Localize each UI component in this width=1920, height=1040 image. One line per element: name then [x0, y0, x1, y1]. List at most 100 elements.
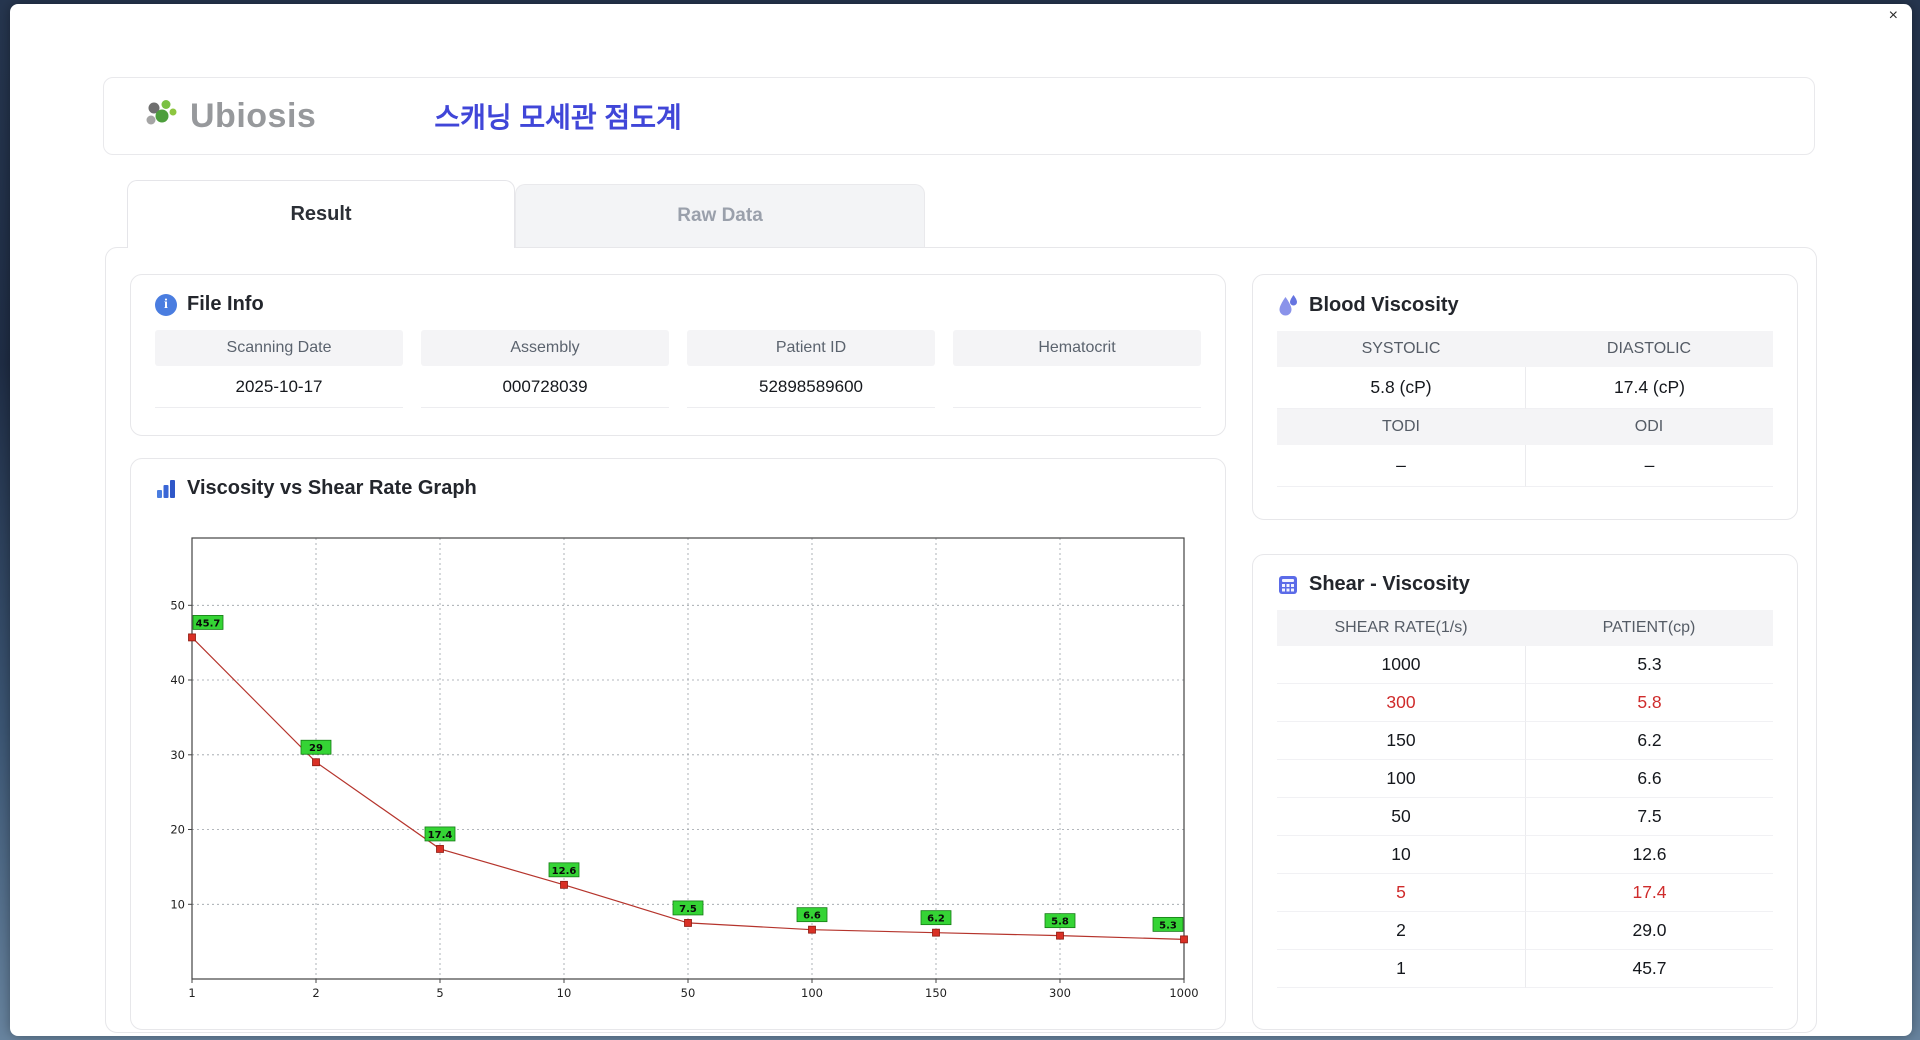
shear-viscosity-title: Shear - Viscosity	[1309, 573, 1470, 595]
y-axis-label: 30	[170, 748, 185, 762]
header: Ubiosis 스캐닝 모세관 점도계	[103, 77, 1815, 155]
shear-viscosity-header: Shear - Viscosity	[1253, 555, 1797, 608]
y-axis-label: 40	[170, 673, 185, 687]
shear-rate-cell: 1	[1277, 950, 1525, 988]
systolic-header: SYSTOLIC	[1277, 331, 1525, 367]
app-window: × Ubiosis 스캐닝 모세관 점도계 Result Raw Data i …	[10, 4, 1912, 1036]
logo-icon	[146, 100, 177, 125]
patient-viscosity-cell: 17.4	[1525, 874, 1773, 912]
grid-table-icon	[1279, 575, 1297, 594]
diastolic-value: 17.4 (cP)	[1525, 367, 1773, 409]
point-label: 17.4	[424, 826, 456, 842]
patient-viscosity-cell: 6.6	[1525, 760, 1773, 798]
x-axis-label: 50	[681, 986, 696, 1000]
graph-title: Viscosity vs Shear Rate Graph	[187, 477, 477, 499]
logo: Ubiosis	[144, 97, 316, 136]
svg-text:45.7: 45.7	[196, 618, 221, 629]
svg-text:29: 29	[309, 743, 323, 754]
svg-text:17.4: 17.4	[428, 830, 453, 841]
point-label: 6.6	[796, 907, 828, 923]
point-label: 12.6	[548, 862, 580, 878]
odi-header: ODI	[1525, 409, 1773, 445]
systolic-value: 5.8 (cP)	[1277, 367, 1525, 409]
data-marker	[312, 758, 320, 767]
shear-rate-cell: 2	[1277, 912, 1525, 950]
shear-rate-cell: 5	[1277, 874, 1525, 912]
field-value: 52898589600	[687, 366, 935, 408]
x-axis-label: 10	[557, 986, 572, 1000]
field-value	[953, 366, 1201, 408]
data-marker	[560, 880, 568, 889]
patient-viscosity-cell: 29.0	[1525, 912, 1773, 950]
todi-header: TODI	[1277, 409, 1525, 445]
point-label: 45.7	[192, 615, 224, 630]
data-marker	[1180, 935, 1188, 944]
field-assembly: Assembly 000728039	[421, 330, 669, 408]
field-scanning-date: Scanning Date 2025-10-17	[155, 330, 403, 408]
file-info-card: i File Info Scanning Date 2025-10-17 Ass…	[130, 274, 1226, 436]
patient-viscosity-cell: 5.8	[1525, 684, 1773, 722]
field-label: Hematocrit	[953, 330, 1201, 366]
field-hematocrit: Hematocrit	[953, 330, 1201, 408]
viscosity-shear-chart: 10 20 30 40 50 1 2 5 10 50 100 150 300 1000 45.7 29 17.4…	[170, 537, 1199, 1000]
tab-raw-data-label: Raw Data	[677, 205, 763, 226]
field-patient-id: Patient ID 52898589600	[687, 330, 935, 408]
svg-text:5.8: 5.8	[1051, 917, 1069, 928]
y-axis-label: 50	[170, 598, 185, 612]
shear-rate-cell: 1000	[1277, 646, 1525, 684]
patient-viscosity-cell: 6.2	[1525, 722, 1773, 760]
todi-value: –	[1277, 445, 1525, 487]
field-value: 000728039	[421, 366, 669, 408]
shear-viscosity-card: Shear - Viscosity SHEAR RATE(1/s) PATIEN…	[1252, 554, 1798, 1030]
point-label: 5.3	[1152, 916, 1184, 932]
x-axis-label: 300	[1049, 986, 1071, 1000]
field-label: Scanning Date	[155, 330, 403, 366]
file-info-title: File Info	[187, 293, 264, 315]
blood-viscosity-table: SYSTOLIC DIASTOLIC 5.8 (cP) 17.4 (cP) TO…	[1277, 331, 1773, 487]
patient-viscosity-cell: 45.7	[1525, 950, 1773, 988]
point-label: 5.8	[1044, 913, 1076, 929]
svg-text:7.5: 7.5	[679, 904, 697, 915]
file-info-fields: Scanning Date 2025-10-17 Assembly 000728…	[131, 328, 1225, 408]
patient-viscosity-cell: 12.6	[1525, 836, 1773, 874]
point-label: 29	[300, 739, 332, 755]
viscosity-graph-card: Viscosity vs Shear Rate Graph 10 20 30 40 50…	[130, 458, 1226, 1030]
x-axis-label: 5	[436, 986, 443, 1000]
diastolic-header: DIASTOLIC	[1525, 331, 1773, 367]
blood-viscosity-header: Blood Viscosity	[1253, 275, 1797, 329]
odi-value: –	[1525, 445, 1773, 487]
shear-rate-cell: 150	[1277, 722, 1525, 760]
droplet-icon	[1279, 295, 1297, 316]
data-marker	[436, 845, 444, 853]
shear-rate-cell: 300	[1277, 684, 1525, 722]
close-icon[interactable]: ×	[1889, 6, 1898, 26]
tab-raw-data[interactable]: Raw Data	[515, 184, 925, 247]
tab-result[interactable]: Result	[127, 180, 515, 248]
x-axis-label: 1	[188, 986, 195, 1000]
svg-text:5.3: 5.3	[1159, 920, 1177, 931]
shear-viscosity-table: SHEAR RATE(1/s) PATIENT(cp) 1000 5.3 300 5.…	[1277, 610, 1773, 988]
shear-rate-cell: 50	[1277, 798, 1525, 836]
bar-chart-icon	[157, 479, 175, 498]
x-axis-label: 150	[925, 986, 947, 1000]
y-axis-label: 10	[170, 897, 185, 911]
svg-text:6.6: 6.6	[803, 911, 821, 922]
data-marker	[932, 928, 940, 937]
shear-rate-cell: 100	[1277, 760, 1525, 798]
field-label: Patient ID	[687, 330, 935, 366]
file-info-header: i File Info	[131, 275, 1225, 328]
point-label: 6.2	[920, 910, 952, 926]
data-marker	[188, 633, 196, 642]
svg-text:6.2: 6.2	[927, 914, 945, 925]
field-value: 2025-10-17	[155, 366, 403, 408]
point-label: 7.5	[672, 900, 704, 916]
logo-text: Ubiosis	[190, 96, 317, 135]
x-axis-label: 1000	[1169, 986, 1198, 1000]
x-axis-label: 2	[312, 986, 319, 1000]
tab-result-label: Result	[290, 203, 352, 225]
data-marker	[808, 925, 816, 934]
patient-viscosity-cell: 7.5	[1525, 798, 1773, 836]
svg-text:12.6: 12.6	[552, 866, 577, 877]
data-marker	[1056, 931, 1064, 940]
patient-viscosity-cell: 5.3	[1525, 646, 1773, 684]
